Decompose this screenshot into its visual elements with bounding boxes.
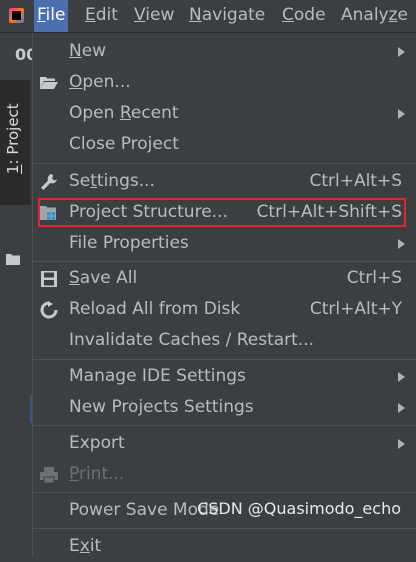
menu-item-label: Exit [69,536,102,556]
menu-separator [33,492,416,493]
menu-item-label: New [69,41,107,61]
submenu-arrow-icon [398,239,405,249]
menu-item-save-all[interactable]: Save All Ctrl+S [33,263,416,294]
menu-item-exit[interactable]: Exit [33,531,416,562]
menu-item-label: Invalidate Caches / Restart... [69,330,315,350]
menu-item-shortcut: Ctrl+S [346,268,402,288]
menu-separator [33,163,416,164]
menu-item-label: Export [69,433,125,453]
menu-separator [33,359,416,360]
project-structure-icon [40,206,56,220]
project-tool-window-tab[interactable]: 1: Project [0,80,31,265]
menu-item-invalidate-caches[interactable]: Invalidate Caches / Restart... [33,325,416,356]
printer-icon [40,467,58,484]
menu-item-file-properties[interactable]: File Properties [33,228,416,259]
menubar-view[interactable]: View [131,0,177,32]
reload-icon [40,301,58,319]
menu-item-label: Save All [69,268,138,288]
submenu-arrow-icon [398,403,405,413]
menu-item-label: Project Structure... [69,202,228,222]
folder-icon [6,254,20,265]
menu-item-label: Print... [69,464,125,484]
menu-item-close-project[interactable]: Close Project [33,129,416,160]
save-icon [41,271,57,287]
open-folder-icon [40,77,58,89]
menu-item-label: Close Project [69,134,179,154]
menubar-code[interactable]: Code [279,0,329,32]
menu-item-label: Open Recent [69,103,179,123]
submenu-arrow-icon [398,372,405,382]
menu-item-label: New Projects Settings [69,397,254,417]
menu-item-new[interactable]: New [33,36,416,67]
menu-item-shortcut: Ctrl+Alt+S [309,171,402,191]
file-menu-dropdown: New Open... Open Recent Close Project Se… [32,33,416,557]
menubar-file[interactable]: File [34,0,69,32]
menu-item-open-recent[interactable]: Open Recent [33,98,416,129]
menubar-edit[interactable]: Edit [82,0,121,32]
menu-item-print[interactable]: Print... [33,459,416,490]
menu-item-label: Settings... [69,171,155,191]
app-logo-icon [9,8,24,23]
menu-item-label: Open... [69,72,131,92]
menu-item-label: Manage IDE Settings [69,366,246,386]
project-tab-label: 1: Project [4,103,22,174]
menu-item-shortcut: Ctrl+Alt+Shift+S [256,202,402,222]
menu-item-settings[interactable]: Settings... Ctrl+Alt+S [33,166,416,197]
submenu-arrow-icon [398,47,405,57]
submenu-arrow-icon [398,439,405,449]
menu-item-open[interactable]: Open... [33,67,416,98]
wrench-icon [41,174,57,190]
menu-item-project-structure[interactable]: Project Structure... Ctrl+Alt+Shift+S [33,197,416,228]
menu-item-reload-all[interactable]: Reload All from Disk Ctrl+Alt+Y [33,294,416,325]
menu-separator [33,528,416,529]
watermark-text: CSDN @Quasimodo_echo [197,499,401,518]
menu-item-new-projects-settings[interactable]: New Projects Settings [33,392,416,423]
menu-item-label: Reload All from Disk [69,299,241,319]
menu-separator [33,425,416,426]
menu-separator [33,261,416,262]
menubar-analyze[interactable]: Analyze [338,0,411,32]
menu-bar: File Edit View Navigate Code Analyze [0,0,416,33]
menu-item-manage-ide-settings[interactable]: Manage IDE Settings [33,361,416,392]
submenu-arrow-icon [398,109,405,119]
menu-item-label: File Properties [69,233,189,253]
menu-item-shortcut: Ctrl+Alt+Y [309,299,402,319]
menu-item-export[interactable]: Export [33,428,416,459]
menubar-navigate[interactable]: Navigate [186,0,268,32]
